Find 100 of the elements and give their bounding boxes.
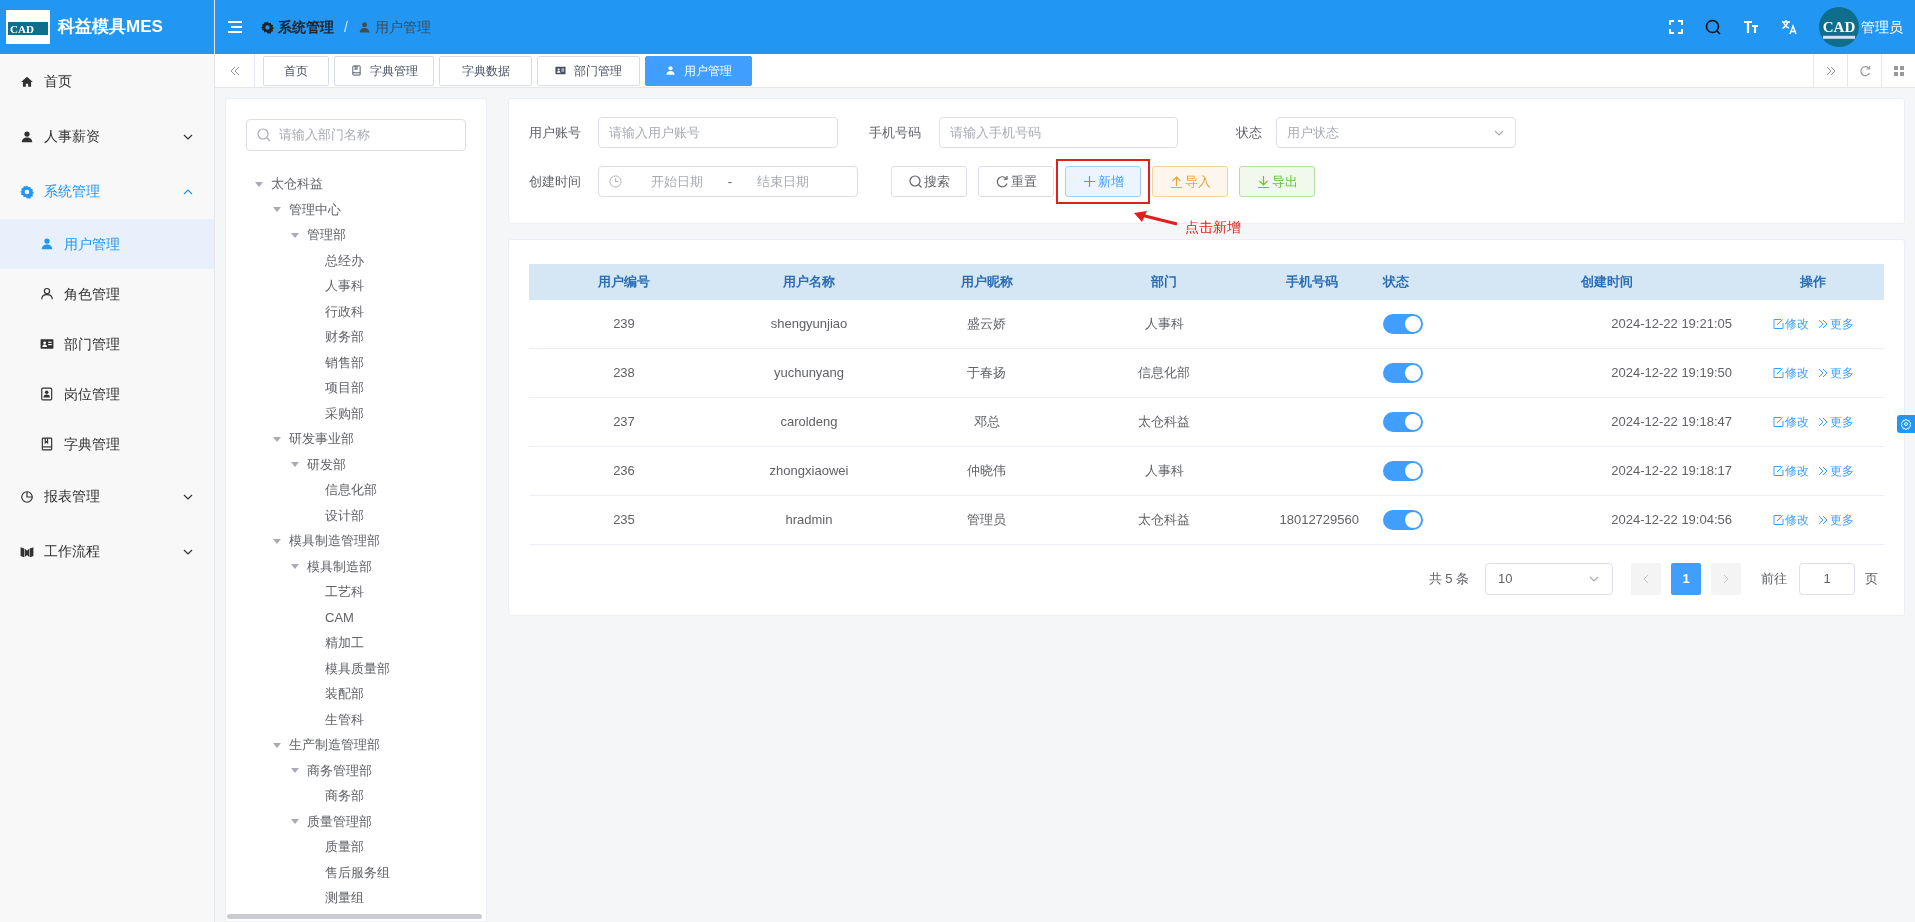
table-cell-text: 人事科 <box>1143 462 1185 481</box>
goto-label: 前往 <box>1761 570 1787 589</box>
user-icon <box>20 129 34 144</box>
page-size-select[interactable]: 10 <box>1485 563 1613 595</box>
avatar: CAD <box>1819 7 1859 47</box>
fullscreen-icon <box>1669 20 1683 34</box>
double-chevron-right-icon <box>1817 514 1829 526</box>
sidebar-item[interactable]: 部门管理 <box>0 319 214 369</box>
edit-icon <box>1772 514 1784 526</box>
tree-node[interactable]: CAM <box>325 607 354 627</box>
tree-node[interactable]: 工艺科 <box>325 582 364 602</box>
date-range-field[interactable]: 开始日期 - 结束日期 <box>598 166 858 197</box>
settings-icon <box>261 20 274 34</box>
status-switch[interactable] <box>1383 363 1423 383</box>
tab[interactable]: 首页 <box>263 55 329 86</box>
field-label: 手机号码 <box>869 123 922 142</box>
tab[interactable]: 部门管理 <box>537 55 640 86</box>
column-header: 用户名称 <box>782 273 836 292</box>
tree-node[interactable]: 质量部 <box>325 837 364 857</box>
table-cell-text: yuchunyang <box>772 364 846 383</box>
settings-icon <box>1900 418 1912 430</box>
sidebar-item[interactable]: 首页 <box>0 54 214 109</box>
breadcrumb-item[interactable]: 系统管理 <box>278 16 334 38</box>
tree-node[interactable]: 生管科 <box>325 709 364 729</box>
status-switch[interactable] <box>1383 412 1423 432</box>
grid-icon <box>1892 64 1905 77</box>
tab[interactable]: 字典管理 <box>334 55 434 86</box>
table-cell-text: 237 <box>612 413 636 432</box>
annotation-text: 点击新增 <box>1185 218 1241 237</box>
tree-node[interactable]: 项目部 <box>325 378 364 398</box>
book-icon <box>350 65 362 76</box>
tree-node[interactable]: 质量管理部 <box>307 811 372 831</box>
double-chevron-left-icon <box>228 64 241 77</box>
status-switch[interactable] <box>1383 314 1423 334</box>
sidebar-item[interactable]: 角色管理 <box>0 269 214 319</box>
action-button[interactable]: 重置 <box>978 166 1054 197</box>
book-icon <box>40 437 54 451</box>
tree-node[interactable]: 行政科 <box>325 301 364 321</box>
tree-node[interactable]: 设计部 <box>325 505 364 525</box>
tree-node[interactable]: 管理部 <box>307 225 346 245</box>
sidebar-item[interactable]: 字典管理 <box>0 419 214 469</box>
tree-node[interactable]: 人事科 <box>325 276 364 296</box>
double-chevron-right-icon <box>1817 318 1829 330</box>
tree-node[interactable]: 模具质量部 <box>325 658 390 678</box>
column-header: 操作 <box>1799 273 1827 292</box>
home-icon <box>20 74 34 89</box>
tree-node[interactable]: 商务管理部 <box>307 760 372 780</box>
tree-node[interactable]: 销售部 <box>325 352 364 372</box>
action-button[interactable]: 搜索 <box>891 166 967 197</box>
tree-node[interactable]: 太仓科益 <box>271 174 323 194</box>
status-switch[interactable] <box>1383 510 1423 530</box>
scrollbar[interactable] <box>227 914 482 919</box>
clock-icon <box>609 175 622 188</box>
tree-node[interactable]: 装配部 <box>325 684 364 704</box>
menu-icon <box>227 19 243 35</box>
pie-chart-icon <box>20 489 34 504</box>
tree-node[interactable]: 财务部 <box>325 327 364 347</box>
user-icon <box>40 237 54 251</box>
settings-button[interactable] <box>1897 415 1915 433</box>
table-cell-text: shengyunjiao <box>769 315 849 334</box>
user-icon <box>357 20 371 34</box>
tree-node[interactable]: 生产制造管理部 <box>289 735 380 755</box>
tree-node[interactable]: 研发事业部 <box>289 429 354 449</box>
refresh-icon <box>995 175 1009 188</box>
page-input[interactable]: 1 <box>1799 563 1855 595</box>
sidebar-item[interactable]: 岗位管理 <box>0 369 214 419</box>
tree-node[interactable]: 管理中心 <box>289 199 341 219</box>
user-icon <box>665 65 676 76</box>
sidebar-item[interactable]: 报表管理 <box>0 469 214 524</box>
tree-node[interactable]: 采购部 <box>325 403 364 423</box>
sidebar-item[interactable]: 工作流程 <box>0 524 214 579</box>
search-icon <box>908 175 922 188</box>
tab[interactable]: 字典数据 <box>439 55 532 86</box>
download-icon <box>1256 175 1270 188</box>
search-icon <box>257 128 271 142</box>
table-cell-text: 邓总 <box>972 413 1001 432</box>
field-label: 状态 <box>1236 123 1263 142</box>
column-header: 用户编号 <box>597 273 651 292</box>
tree-node[interactable]: 总经办 <box>325 250 364 270</box>
tree-node[interactable]: 商务部 <box>325 786 364 806</box>
tree-node[interactable]: 模具制造部 <box>307 556 372 576</box>
tree-node[interactable]: 模具制造管理部 <box>289 531 380 551</box>
column-header: 用户昵称 <box>959 273 1014 292</box>
app-title: 科益模具MES <box>58 16 163 39</box>
table-cell-text: hradmin <box>784 511 834 530</box>
table-cell-text: 239 <box>612 315 636 334</box>
table-cell-text: zhongxiaowei <box>768 462 850 481</box>
tree-node[interactable]: 信息化部 <box>325 480 377 500</box>
tree-node[interactable]: 售后服务组 <box>325 862 390 882</box>
table-cell-text: 太仓科益 <box>1137 511 1191 530</box>
status-switch[interactable] <box>1383 461 1423 481</box>
sidebar-item[interactable]: 人事薪资 <box>0 109 214 164</box>
table-cell-text: 信息化部 <box>1137 364 1191 383</box>
tree-node[interactable]: 研发部 <box>307 454 346 474</box>
id-card-icon <box>555 65 566 76</box>
upload-icon <box>1169 175 1183 188</box>
tree-node[interactable]: 精加工 <box>325 633 364 653</box>
double-chevron-right-icon <box>1824 64 1837 77</box>
tree-node[interactable]: 测量组 <box>325 888 364 908</box>
edit-icon <box>1772 416 1784 428</box>
